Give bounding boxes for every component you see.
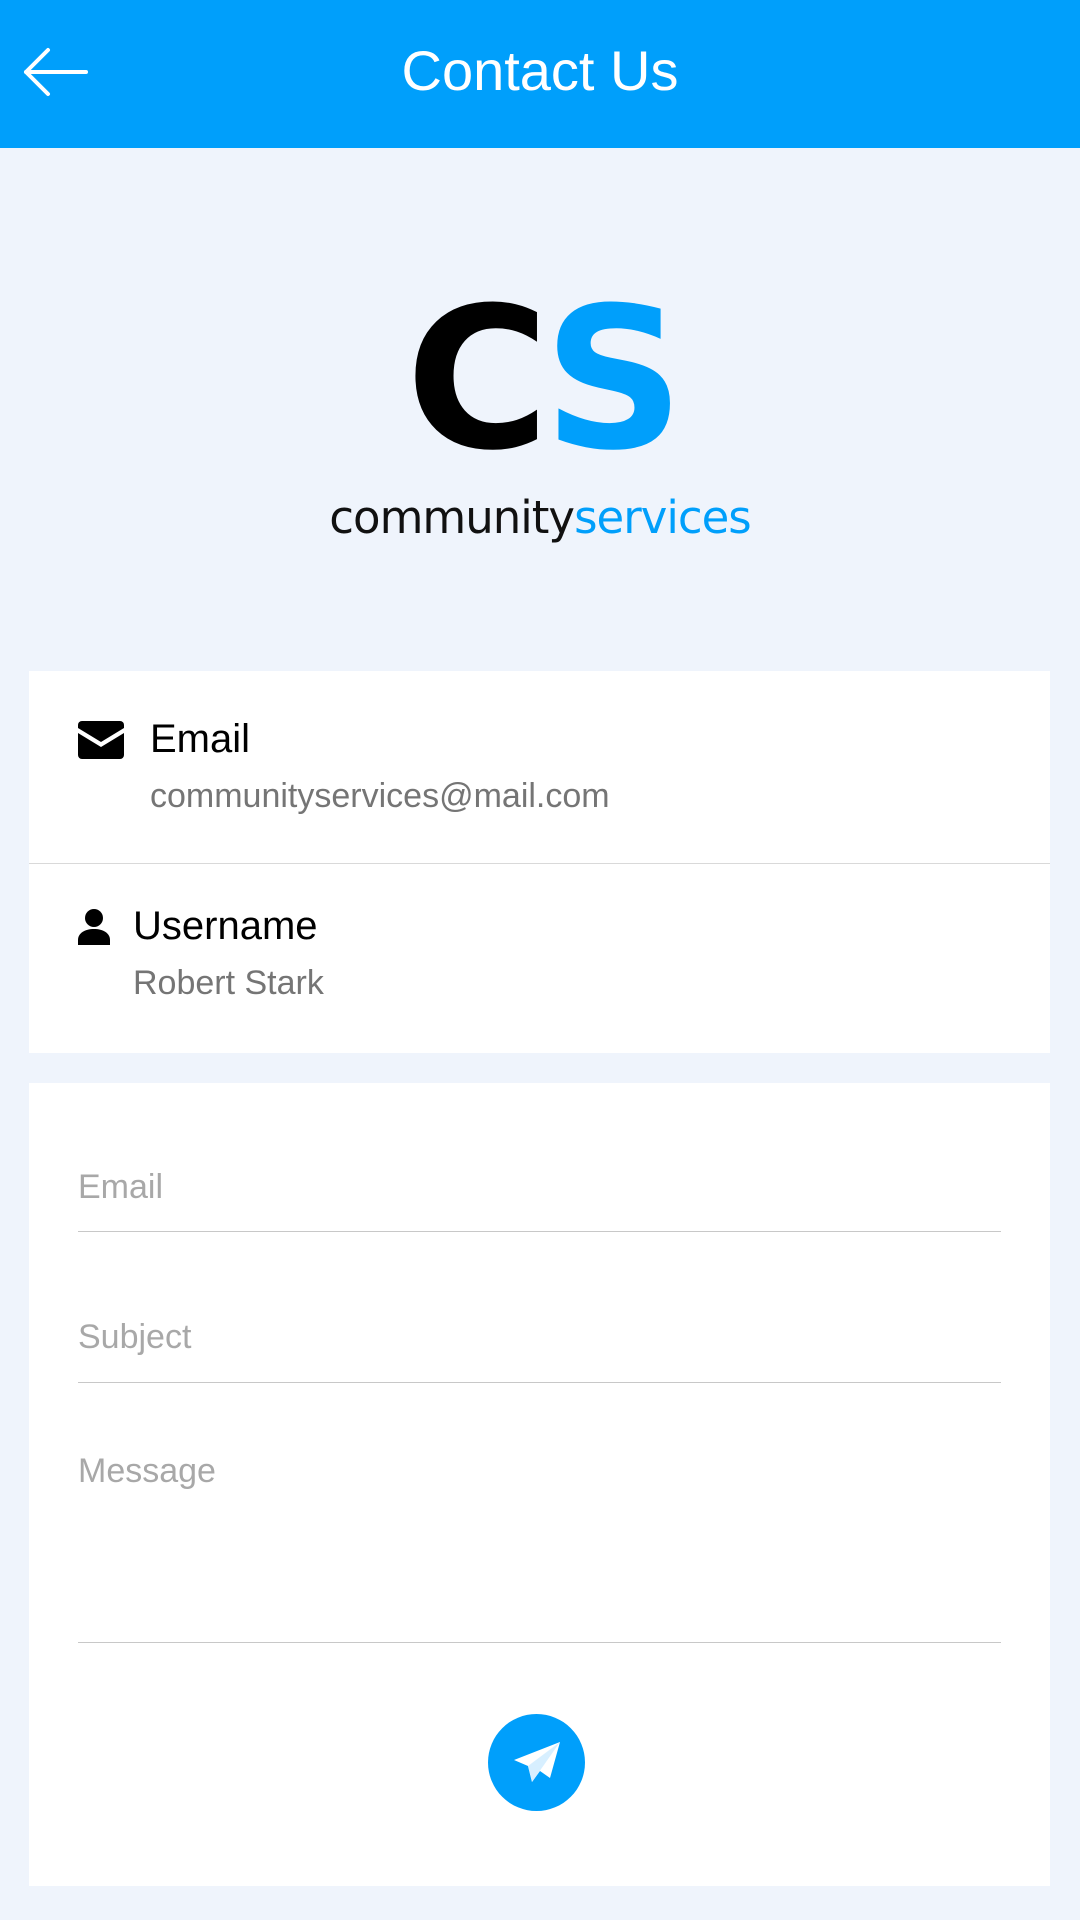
subject-input[interactable] (78, 1293, 1001, 1383)
send-button[interactable] (488, 1714, 585, 1811)
logo-word-services: services (574, 491, 752, 544)
email-label: Email (150, 717, 251, 761)
contact-username-row: Username Robert Stark (29, 864, 1050, 1053)
logo-wordmark: communityservices (0, 488, 1080, 548)
envelope-icon (78, 721, 124, 759)
logo-letter-s: S (543, 266, 684, 494)
app-bar: Contact Us (0, 0, 1080, 148)
logo-letter-c: C (405, 266, 554, 494)
contact-form-card (29, 1083, 1050, 1886)
person-icon (78, 909, 110, 945)
community-services-logo: CS communityservices (0, 282, 1080, 548)
username-label: Username (133, 904, 318, 948)
logo-mark: CS (0, 282, 1080, 478)
email-value: communityservices@mail.com (150, 777, 610, 815)
message-input[interactable] (78, 1449, 1001, 1643)
contact-info-card: Email communityservices@mail.com Usernam… (29, 671, 1050, 1053)
username-value: Robert Stark (133, 964, 324, 1002)
contact-email-row: Email communityservices@mail.com (29, 671, 1050, 864)
email-input[interactable] (78, 1143, 1001, 1232)
logo-word-community: community (329, 491, 575, 544)
page-title: Contact Us (401, 39, 679, 102)
paper-plane-icon (514, 1742, 560, 1782)
